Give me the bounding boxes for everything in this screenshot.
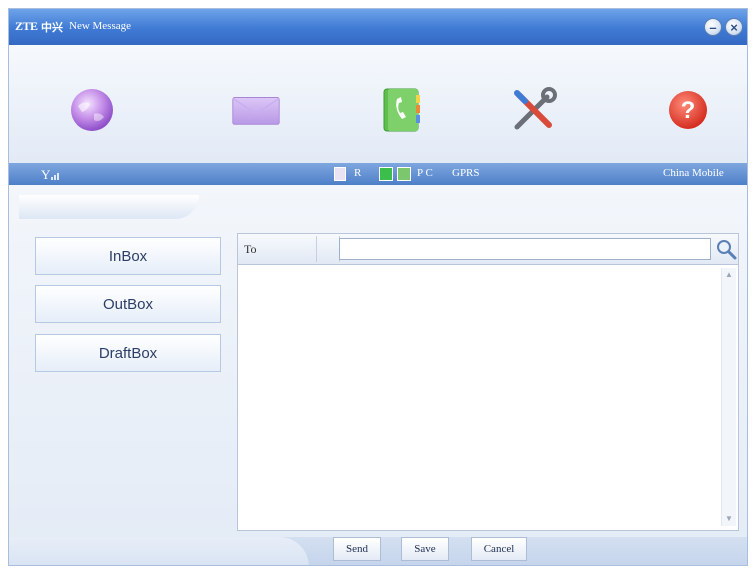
recipient-divider <box>316 236 340 262</box>
internet-button[interactable] <box>67 85 117 135</box>
network-type: GPRS <box>452 167 480 179</box>
scroll-down-icon[interactable]: ▼ <box>724 514 734 524</box>
title-bar: ZTE 中兴 New Message – × <box>9 9 747 45</box>
message-body-input[interactable] <box>242 268 722 530</box>
save-button[interactable]: Save <box>401 537 449 561</box>
envelope-icon <box>232 97 280 125</box>
recipient-row: To <box>238 234 738 265</box>
phonebook-icon <box>383 88 420 132</box>
message-compose-pane: To ▲ ▼ <box>237 233 739 531</box>
sms-status-icon <box>397 167 411 181</box>
help-icon: ? <box>669 91 707 129</box>
scroll-up-icon[interactable]: ▲ <box>724 270 734 280</box>
operator-name: China Mobile <box>663 167 724 179</box>
new-message-window: ZTE 中兴 New Message – × ? Y R P C GPRS Ch… <box>8 8 748 566</box>
settings-button[interactable] <box>509 85 559 135</box>
zte-logo: ZTE <box>15 19 38 33</box>
bottom-bar-decoration <box>9 537 309 565</box>
zte-logo-cn: 中兴 <box>41 22 63 34</box>
header-decoration <box>19 195 199 219</box>
minimize-icon: – <box>709 19 717 35</box>
inbox-button[interactable]: InBox <box>35 237 221 275</box>
search-contact-icon[interactable] <box>714 237 738 261</box>
close-button[interactable]: × <box>725 18 743 36</box>
draftbox-button[interactable]: DraftBox <box>35 334 221 372</box>
signal-icon: Y <box>41 167 59 182</box>
minimize-button[interactable]: – <box>704 18 722 36</box>
svg-text:Y: Y <box>41 167 51 182</box>
connection-icon <box>379 167 393 181</box>
message-content-area: InBox OutBox DraftBox To ▲ ▼ Send Save C <box>9 185 747 565</box>
main-toolbar: ? <box>9 45 747 164</box>
cancel-button[interactable]: Cancel <box>471 537 527 561</box>
window-title: New Message <box>69 20 132 32</box>
tools-icon <box>514 87 557 130</box>
send-button[interactable]: Send <box>333 537 381 561</box>
help-button[interactable]: ? <box>663 85 713 135</box>
recipient-input[interactable] <box>339 238 711 260</box>
close-icon: × <box>730 19 738 35</box>
phonebook-button[interactable] <box>377 85 427 135</box>
globe-icon <box>71 89 113 131</box>
status-bar: Y R P C GPRS China Mobile <box>9 163 747 185</box>
message-scrollbar[interactable]: ▲ ▼ <box>721 268 736 526</box>
sim-icon <box>334 167 346 181</box>
to-label: To <box>244 242 257 256</box>
pc-indicator: P C <box>417 167 433 179</box>
messages-button[interactable] <box>231 85 281 135</box>
outbox-button[interactable]: OutBox <box>35 285 221 323</box>
svg-text:?: ? <box>681 97 696 124</box>
roaming-indicator: R <box>354 167 362 179</box>
